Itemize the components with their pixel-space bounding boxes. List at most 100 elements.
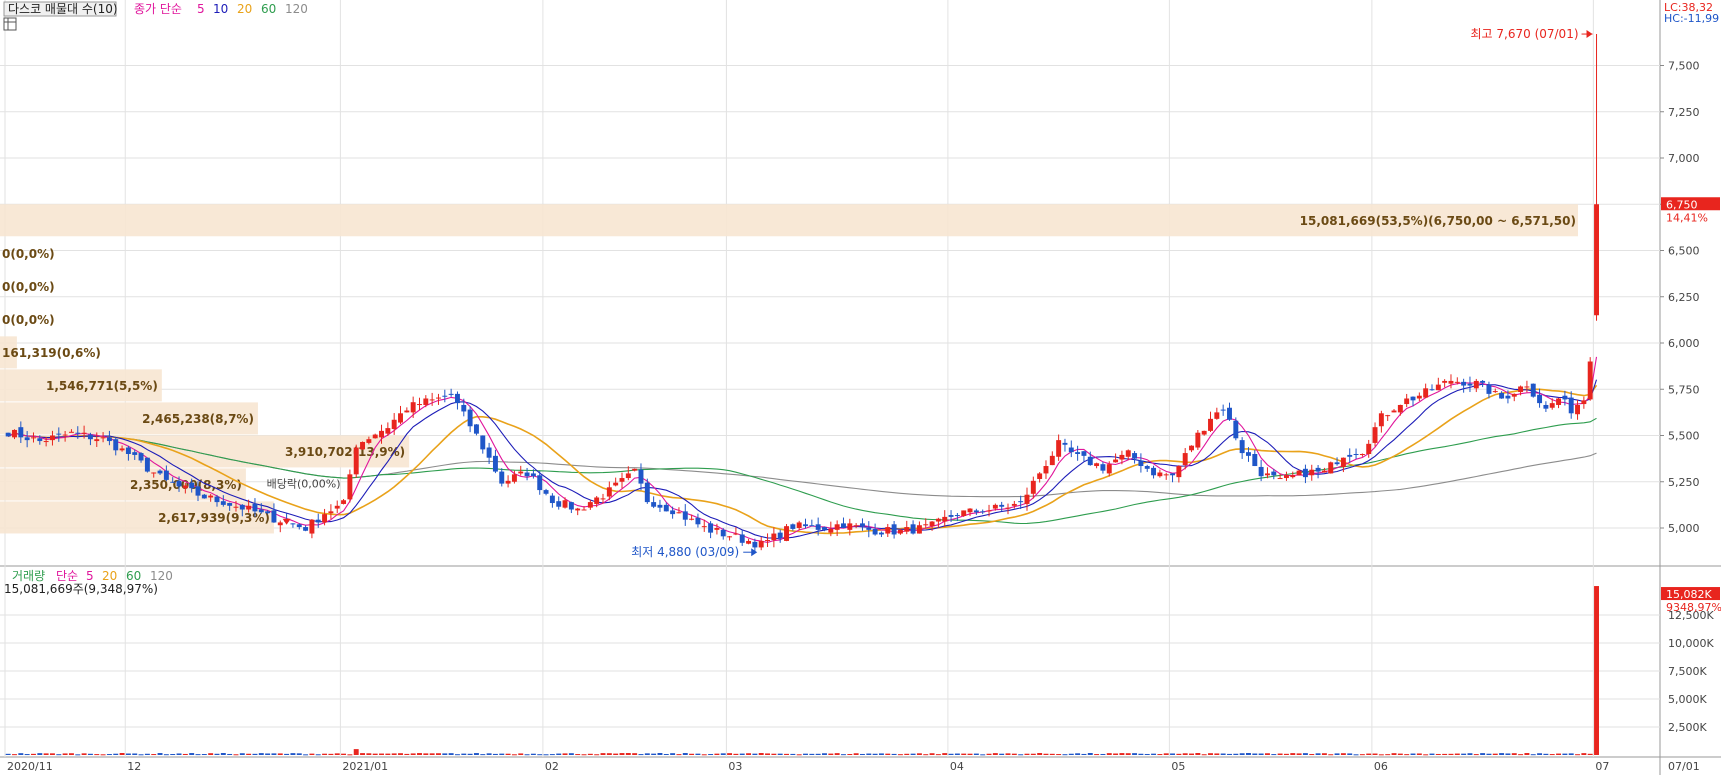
table-icon[interactable] [3, 17, 17, 31]
volume-bar [847, 754, 853, 756]
volume-bar [657, 752, 663, 755]
candle-body [454, 393, 460, 404]
candle-body [568, 502, 574, 510]
volume-bar [1568, 753, 1574, 755]
candle-body [543, 490, 549, 494]
volume-bar [765, 753, 771, 755]
candle-body [1518, 386, 1524, 393]
candle-body [967, 508, 973, 513]
candle-body [1480, 380, 1486, 383]
candle-body [581, 509, 587, 511]
candle-body [113, 439, 119, 451]
candle-body [1442, 380, 1448, 383]
candle-body [49, 435, 55, 441]
volume-bar [189, 753, 195, 755]
candle-body [822, 527, 827, 530]
volume-bar [1125, 753, 1131, 755]
candle-body [1511, 393, 1517, 397]
high-annotation: 최고 7,670 (07/01) [1471, 27, 1579, 41]
candle-body [1176, 466, 1182, 478]
candle-body [530, 473, 536, 477]
candle-body [1492, 391, 1498, 393]
candle-body [841, 523, 846, 528]
volume-bar [1404, 754, 1410, 756]
candle-body [1163, 474, 1169, 476]
candle-body [1378, 413, 1384, 427]
volume-bar [492, 753, 498, 755]
candle-body [233, 506, 239, 508]
stock-chart[interactable]: 15,081,669(53,5%)(6,750,00 ~ 6,571,50) 0(… [0, 0, 1721, 775]
price-tick-label: 6,500 [1668, 245, 1700, 258]
volume-bar [353, 749, 359, 755]
volume-bar [1309, 754, 1315, 756]
volume-bar [916, 753, 922, 755]
candle-body [1189, 445, 1194, 451]
volume-bar [1258, 753, 1264, 755]
candle-body [423, 398, 429, 405]
candle-body [752, 541, 758, 548]
volume-bar [518, 753, 524, 755]
volume-bar [885, 753, 891, 755]
candle-body [1486, 384, 1492, 394]
candle-body [246, 505, 252, 510]
candle-body [1372, 427, 1378, 443]
volume-bar [87, 753, 93, 755]
volume-bar [790, 753, 796, 755]
volume-profile-label: 15,081,669(53,5%)(6,750,00 ~ 6,571,50) [1300, 214, 1576, 228]
candle-body [929, 521, 935, 527]
candle-body [1151, 467, 1157, 476]
volume-bar [1556, 753, 1562, 755]
candle-body [277, 522, 283, 526]
candle-body [695, 517, 701, 525]
volume-bar [1511, 753, 1517, 755]
candle-body [1125, 450, 1131, 457]
legend-ma-label: 종가 단순 [134, 2, 182, 16]
volume-bar [986, 753, 992, 755]
legend-ma-10: 10 [213, 2, 228, 16]
volume-bar [644, 753, 650, 755]
volume-bar [720, 753, 726, 755]
volume-bar [113, 753, 119, 755]
candle-body [1094, 463, 1100, 467]
volume-bar [897, 754, 903, 756]
volume-bar [417, 753, 422, 755]
candle-body [341, 500, 347, 504]
volume-bar [1372, 753, 1378, 755]
candle-body [81, 432, 87, 434]
candle-body [1404, 398, 1410, 405]
volume-bar [442, 753, 448, 755]
volume-bar [43, 753, 49, 755]
volume-bar [290, 753, 296, 755]
candle-body [119, 448, 125, 451]
price-tick-label: 5,000 [1668, 522, 1700, 535]
volume-bar [486, 753, 492, 755]
volume-bar [1100, 753, 1106, 755]
candle-body [828, 528, 834, 533]
volume-bar [511, 754, 517, 756]
candle-body [866, 528, 872, 530]
candle-body [777, 532, 783, 539]
candle-body [144, 457, 150, 472]
candle-body [239, 504, 245, 510]
candle-body [670, 510, 676, 515]
volume-bar [1163, 753, 1169, 755]
volume-bar [1473, 754, 1479, 756]
time-axis-label: 06 [1374, 760, 1388, 773]
candle-body [252, 503, 258, 512]
candle-body [1461, 381, 1467, 386]
volume-bar [125, 753, 131, 755]
volume-bar [347, 754, 353, 756]
candle-body [847, 523, 853, 530]
candle-body [43, 441, 49, 443]
candle-body [537, 475, 543, 491]
candle-body [1144, 466, 1150, 469]
candle-body [315, 519, 321, 523]
volume-tick-label: 5,000K [1668, 693, 1707, 706]
candle-body [1391, 410, 1397, 413]
candle-body [891, 524, 897, 535]
candle-body [1353, 454, 1359, 455]
volume-bar [999, 753, 1005, 755]
candle-body [954, 515, 960, 517]
volume-bar [1271, 754, 1277, 756]
volume-bar [391, 753, 397, 755]
